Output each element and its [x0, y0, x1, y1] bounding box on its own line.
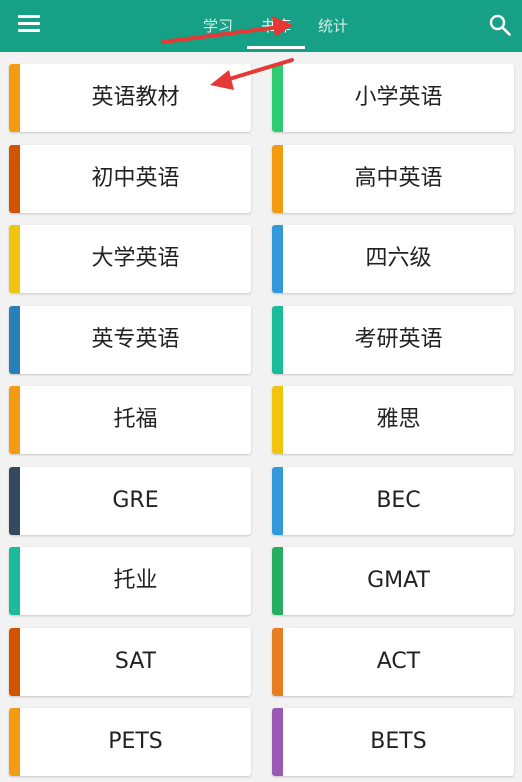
- category-color-bar: [272, 708, 283, 776]
- category-card[interactable]: BEC: [272, 467, 514, 535]
- category-card[interactable]: 高中英语: [272, 145, 514, 213]
- category-label: 雅思: [376, 407, 421, 432]
- category-color-bar: [9, 64, 20, 132]
- category-label: 英专英语: [91, 327, 180, 352]
- category-color-bar: [272, 306, 283, 374]
- category-color-bar: [9, 467, 20, 535]
- category-color-bar: [9, 628, 20, 696]
- category-label: 考研英语: [354, 327, 443, 352]
- category-label: ACT: [376, 649, 421, 674]
- category-label: PETS: [108, 729, 163, 754]
- category-color-bar: [9, 547, 20, 615]
- category-color-bar: [272, 145, 283, 213]
- category-card[interactable]: 英专英语: [9, 306, 251, 374]
- category-color-bar: [272, 64, 283, 132]
- category-color-bar: [272, 467, 283, 535]
- category-card[interactable]: 初中英语: [9, 145, 251, 213]
- category-label: 初中英语: [91, 166, 180, 191]
- category-label: 四六级: [365, 246, 432, 271]
- category-label: BEC: [376, 488, 421, 513]
- category-card[interactable]: 考研英语: [272, 306, 514, 374]
- category-label: GMAT: [367, 568, 430, 593]
- category-label: 英语教材: [91, 85, 180, 110]
- category-card[interactable]: 托福: [9, 386, 251, 454]
- category-card[interactable]: GRE: [9, 467, 251, 535]
- category-color-bar: [272, 225, 283, 293]
- category-label: 托福: [113, 407, 158, 432]
- category-label: BETS: [370, 729, 427, 754]
- category-color-bar: [9, 386, 20, 454]
- category-card[interactable]: 英语教材: [9, 64, 251, 132]
- category-card[interactable]: SAT: [9, 628, 251, 696]
- category-label: SAT: [114, 649, 157, 674]
- category-label: 高中英语: [354, 166, 443, 191]
- category-color-bar: [272, 628, 283, 696]
- category-card[interactable]: 大学英语: [9, 225, 251, 293]
- category-label: 大学英语: [91, 246, 180, 271]
- category-card[interactable]: PETS: [9, 708, 251, 776]
- category-color-bar: [272, 386, 283, 454]
- category-color-bar: [9, 708, 20, 776]
- category-label: 托业: [113, 568, 158, 593]
- category-color-bar: [272, 547, 283, 615]
- category-label: GRE: [112, 488, 159, 513]
- category-color-bar: [9, 225, 20, 293]
- category-color-bar: [9, 145, 20, 213]
- category-card[interactable]: BETS: [272, 708, 514, 776]
- category-card[interactable]: ACT: [272, 628, 514, 696]
- category-grid: 英语教材 小学英语 初中英语 高中英语 大学英语 四六级 英专英语 考研英语 托…: [0, 0, 522, 782]
- category-label: 小学英语: [354, 85, 443, 110]
- category-card[interactable]: 托业: [9, 547, 251, 615]
- category-card[interactable]: 四六级: [272, 225, 514, 293]
- category-card[interactable]: GMAT: [272, 547, 514, 615]
- category-card[interactable]: 小学英语: [272, 64, 514, 132]
- category-card[interactable]: 雅思: [272, 386, 514, 454]
- category-color-bar: [9, 306, 20, 374]
